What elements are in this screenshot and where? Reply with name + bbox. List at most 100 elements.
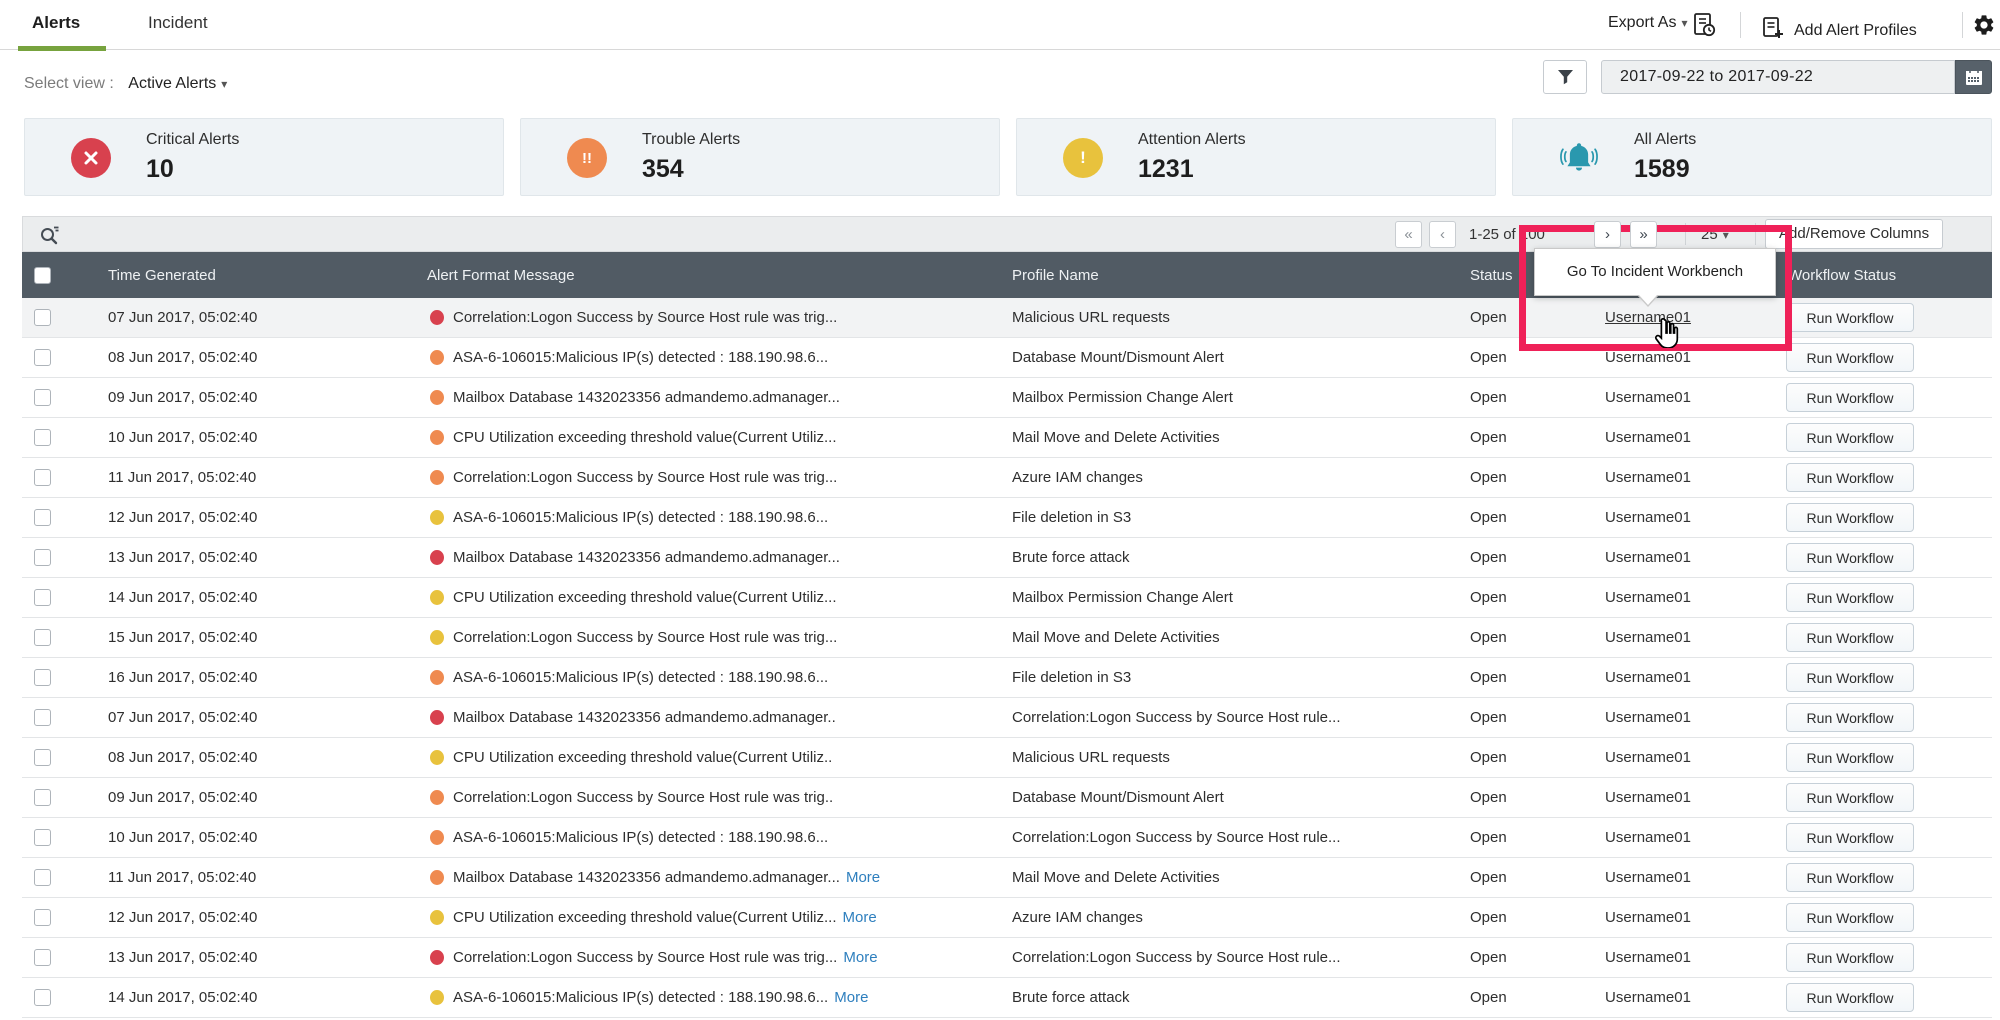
column-header-workflow-status[interactable]: Workflow Status xyxy=(1756,267,1992,284)
column-header-status[interactable]: Status xyxy=(1460,267,1540,284)
technician-link[interactable]: Username01 xyxy=(1605,429,1691,446)
row-checkbox[interactable] xyxy=(34,389,51,406)
status-cell: Open xyxy=(1470,589,1507,606)
more-link[interactable]: More xyxy=(846,869,880,886)
technician-link[interactable]: Username01 xyxy=(1605,349,1691,366)
row-checkbox[interactable] xyxy=(34,669,51,686)
page-size-dropdown[interactable]: 25 ▾ xyxy=(1701,226,1729,243)
pagination-last-button[interactable]: » xyxy=(1630,221,1657,248)
view-selector-label: Select view : xyxy=(24,75,114,92)
technician-link[interactable]: Username01 xyxy=(1605,589,1691,606)
table-row: 13 Jun 2017, 05:02:40 Mailbox Database 14… xyxy=(22,538,1992,578)
exclamation-icon: ! xyxy=(1063,138,1103,178)
technician-link[interactable]: Username01 xyxy=(1605,949,1691,966)
column-header-time-generated[interactable]: Time Generated xyxy=(86,267,406,284)
add-remove-columns-button[interactable]: Add/Remove Columns xyxy=(1765,219,1944,249)
row-checkbox[interactable] xyxy=(34,789,51,806)
pagination-first-button[interactable]: « xyxy=(1395,221,1422,248)
run-workflow-button[interactable]: Run Workflow xyxy=(1786,623,1914,652)
table-row: 14 Jun 2017, 05:02:40 ASA-6-106015:Malici… xyxy=(22,978,1992,1018)
status-cell: Open xyxy=(1470,469,1507,486)
row-checkbox[interactable] xyxy=(34,589,51,606)
run-workflow-button[interactable]: Run Workflow xyxy=(1786,703,1914,732)
more-link[interactable]: More xyxy=(834,989,868,1006)
filter-button[interactable] xyxy=(1543,60,1587,94)
run-workflow-button[interactable]: Run Workflow xyxy=(1786,583,1914,612)
row-checkbox[interactable] xyxy=(34,949,51,966)
more-link[interactable]: More xyxy=(843,949,877,966)
settings-gear-icon[interactable] xyxy=(1972,13,1996,42)
card-trouble-alerts[interactable]: !! Trouble Alerts 354 xyxy=(520,118,1000,196)
view-selector-value[interactable]: Active Alerts ▾ xyxy=(128,75,227,92)
tab-alerts[interactable]: Alerts xyxy=(32,13,80,33)
run-workflow-button[interactable]: Run Workflow xyxy=(1786,543,1914,572)
row-checkbox[interactable] xyxy=(34,629,51,646)
tab-incident[interactable]: Incident xyxy=(148,13,208,33)
run-workflow-button[interactable]: Run Workflow xyxy=(1786,863,1914,892)
run-workflow-button[interactable]: Run Workflow xyxy=(1786,943,1914,972)
row-checkbox[interactable] xyxy=(34,349,51,366)
technician-link[interactable]: Username01 xyxy=(1605,509,1691,526)
alert-message-cell: Mailbox Database 1432023356 admandemo.ad… xyxy=(406,709,1004,726)
technician-link[interactable]: Username01 xyxy=(1605,469,1691,486)
pagination-next-button[interactable]: › xyxy=(1594,221,1621,248)
row-checkbox[interactable] xyxy=(34,429,51,446)
alert-message-text: Mailbox Database 1432023356 admandemo.ad… xyxy=(453,869,840,886)
technician-link[interactable]: Username01 xyxy=(1605,629,1691,646)
table-row: 08 Jun 2017, 05:02:40 ASA-6-106015:Malici… xyxy=(22,338,1992,378)
technician-link[interactable]: Username01 xyxy=(1605,389,1691,406)
export-as-button[interactable]: Export As ▾ xyxy=(1608,14,1688,32)
row-checkbox[interactable] xyxy=(34,709,51,726)
pagination-prev-button[interactable]: ‹ xyxy=(1429,221,1456,248)
technician-link[interactable]: Username01 xyxy=(1605,749,1691,766)
run-workflow-button[interactable]: Run Workflow xyxy=(1786,983,1914,1012)
time-generated-cell: 13 Jun 2017, 05:02:40 xyxy=(108,549,258,566)
run-workflow-button[interactable]: Run Workflow xyxy=(1786,303,1914,332)
run-workflow-button[interactable]: Run Workflow xyxy=(1786,743,1914,772)
alert-message-cell: CPU Utilization exceeding threshold valu… xyxy=(406,909,1004,926)
row-checkbox[interactable] xyxy=(34,909,51,926)
row-checkbox[interactable] xyxy=(34,469,51,486)
technician-link[interactable]: Username01 xyxy=(1605,549,1691,566)
run-workflow-button[interactable]: Run Workflow xyxy=(1786,343,1914,372)
technician-link[interactable]: Username01 xyxy=(1605,789,1691,806)
run-workflow-button[interactable]: Run Workflow xyxy=(1786,423,1914,452)
technician-link[interactable]: Username01 xyxy=(1605,829,1691,846)
run-workflow-button[interactable]: Run Workflow xyxy=(1786,783,1914,812)
technician-link[interactable]: Username01 xyxy=(1605,709,1691,726)
technician-link[interactable]: Username01 xyxy=(1605,909,1691,926)
technician-link[interactable]: Username01 xyxy=(1605,309,1691,326)
status-cell: Open xyxy=(1470,349,1507,366)
row-checkbox[interactable] xyxy=(34,749,51,766)
row-checkbox[interactable] xyxy=(34,509,51,526)
row-checkbox[interactable] xyxy=(34,989,51,1006)
row-checkbox[interactable] xyxy=(34,549,51,566)
card-critical-alerts[interactable]: Critical Alerts 10 xyxy=(24,118,504,196)
card-attention-alerts[interactable]: ! Attention Alerts 1231 xyxy=(1016,118,1496,196)
scheduled-export-icon[interactable] xyxy=(1690,11,1718,44)
column-header-profile-name[interactable]: Profile Name xyxy=(1004,267,1460,284)
more-link[interactable]: More xyxy=(843,909,877,926)
run-workflow-button[interactable]: Run Workflow xyxy=(1786,903,1914,932)
run-workflow-button[interactable]: Run Workflow xyxy=(1786,383,1914,412)
column-header-alert-format-message[interactable]: Alert Format Message xyxy=(406,267,1004,284)
row-checkbox[interactable] xyxy=(34,869,51,886)
table-row: 12 Jun 2017, 05:02:40 CPU Utilization exc… xyxy=(22,898,1992,938)
run-workflow-button[interactable]: Run Workflow xyxy=(1786,823,1914,852)
row-checkbox[interactable] xyxy=(34,309,51,326)
card-all-alerts[interactable]: All Alerts 1589 xyxy=(1512,118,1992,196)
technician-link[interactable]: Username01 xyxy=(1605,669,1691,686)
select-all-checkbox[interactable] xyxy=(34,266,51,284)
run-workflow-button[interactable]: Run Workflow xyxy=(1786,463,1914,492)
technician-link[interactable]: Username01 xyxy=(1605,869,1691,886)
technician-link[interactable]: Username01 xyxy=(1605,989,1691,1006)
run-workflow-button[interactable]: Run Workflow xyxy=(1786,503,1914,532)
search-icon[interactable] xyxy=(37,222,63,253)
date-range-input[interactable]: 2017-09-22 to 2017-09-22 xyxy=(1601,60,1955,94)
status-cell: Open xyxy=(1470,749,1507,766)
tooltip-text: Go To Incident Workbench xyxy=(1566,263,1744,280)
calendar-button[interactable] xyxy=(1955,60,1992,94)
add-alert-profiles-button[interactable]: Add Alert Profiles xyxy=(1760,14,1917,40)
row-checkbox[interactable] xyxy=(34,829,51,846)
run-workflow-button[interactable]: Run Workflow xyxy=(1786,663,1914,692)
